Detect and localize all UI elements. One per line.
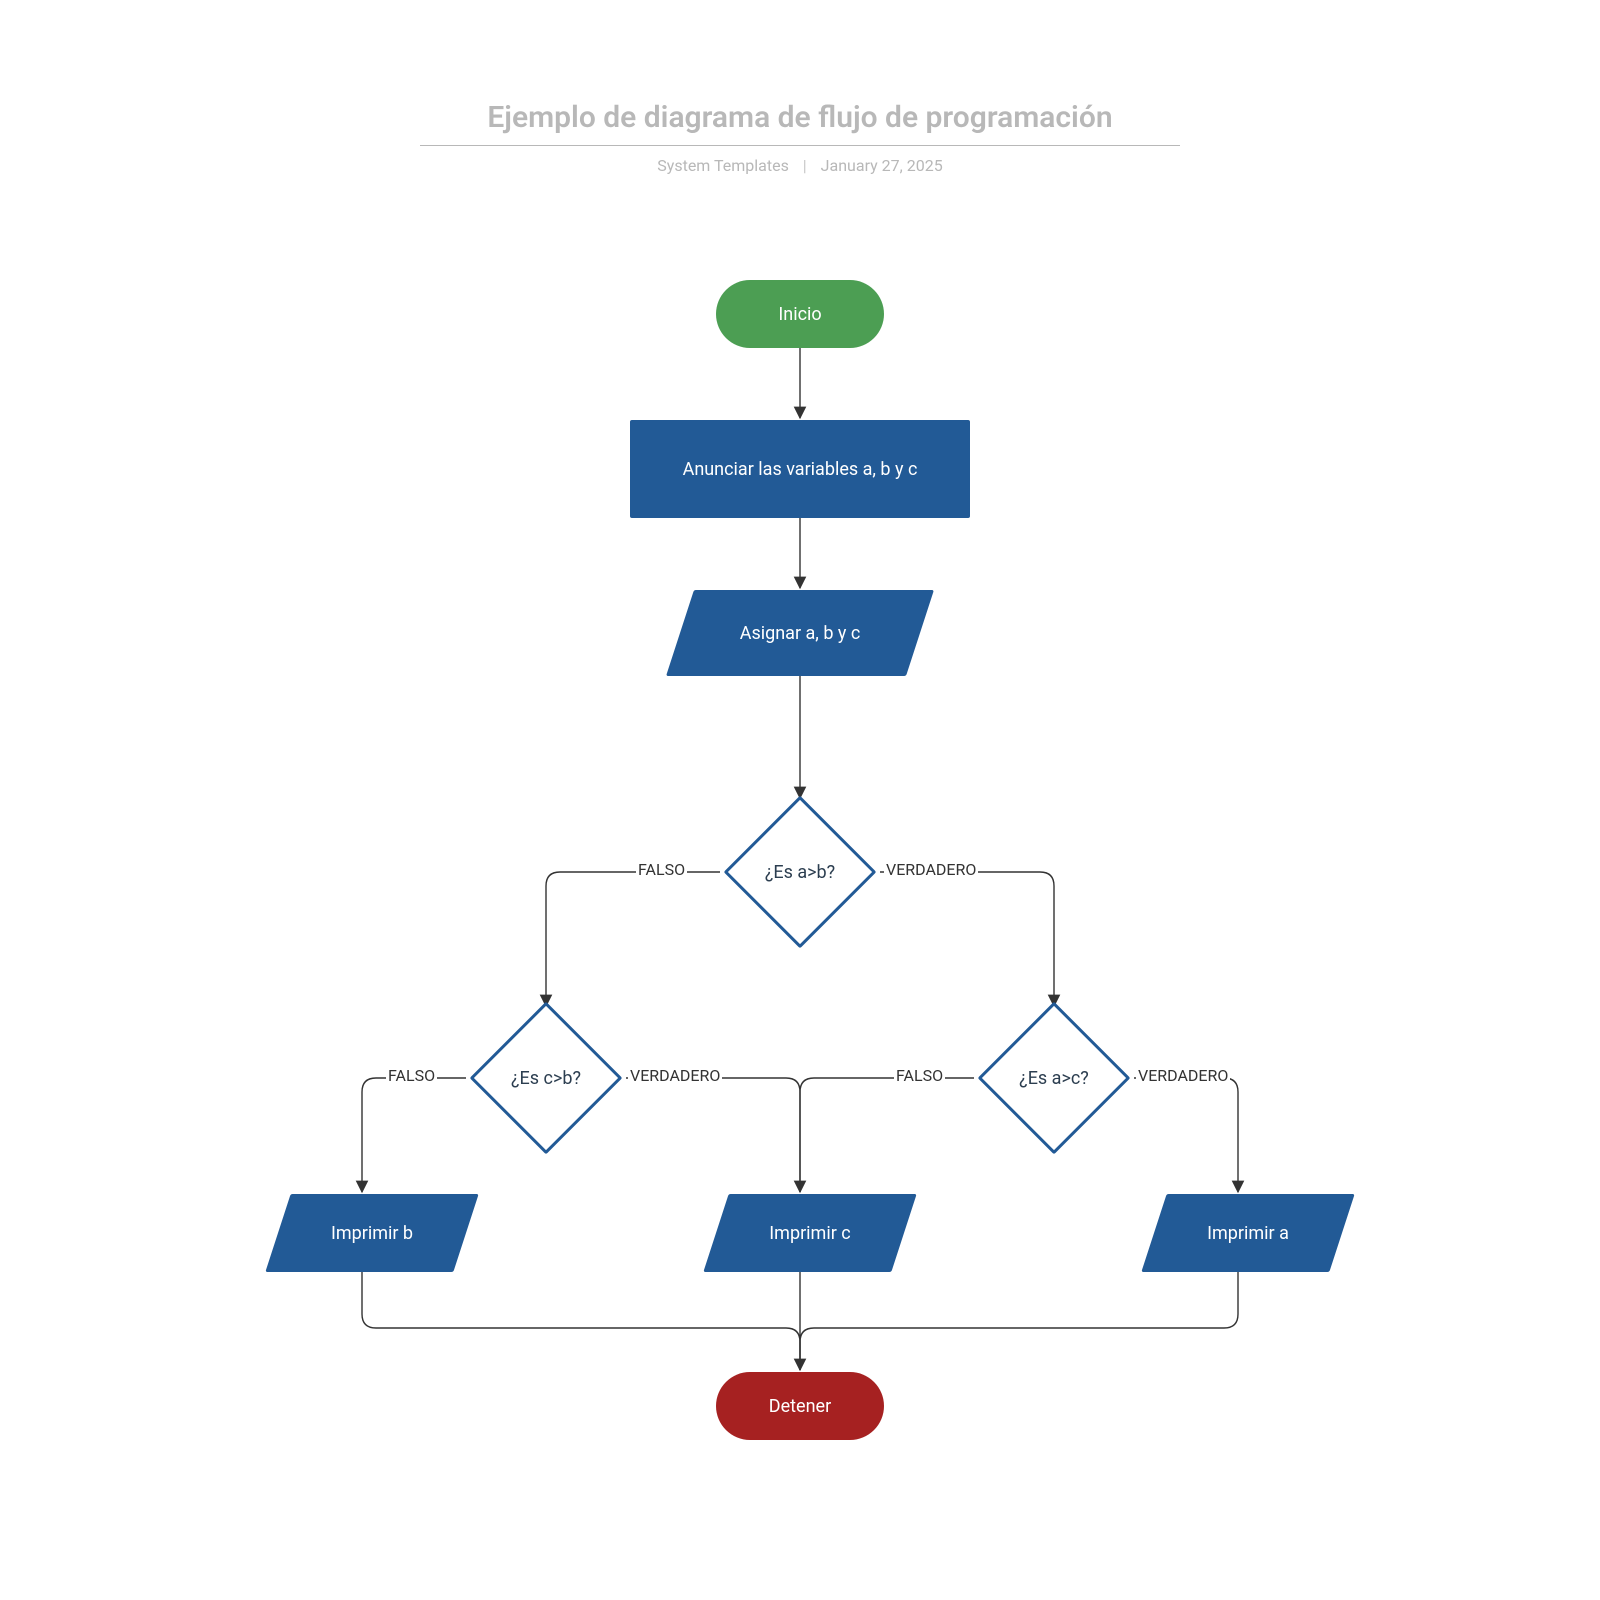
node-decision-cb-label: ¿Es c>b?	[492, 1024, 600, 1132]
edge-label-ab-false: FALSO	[636, 860, 687, 879]
node-print-a: Imprimir a	[1154, 1194, 1342, 1272]
edge-label-ac-true: VERDADERO	[1136, 1066, 1230, 1085]
node-assign: Asignar a, b y c	[680, 590, 920, 676]
node-print-c: Imprimir c	[716, 1194, 904, 1272]
node-start: Inicio	[716, 280, 884, 348]
edge-label-ab-true: VERDADERO	[884, 860, 978, 879]
edge-label-cb-true: VERDADERO	[628, 1066, 722, 1085]
node-decision-ac-label: ¿Es a>c?	[1000, 1024, 1108, 1132]
node-declare: Anunciar las variables a, b y c	[630, 420, 970, 518]
node-print-a-label: Imprimir a	[1154, 1194, 1342, 1272]
node-stop: Detener	[716, 1372, 884, 1440]
node-print-b: Imprimir b	[278, 1194, 466, 1272]
node-decision-ab-label: ¿Es a>b?	[746, 818, 854, 926]
edge-label-ac-false: FALSO	[894, 1066, 945, 1085]
node-start-label: Inicio	[778, 304, 821, 325]
edge-label-cb-false: FALSO	[386, 1066, 437, 1085]
node-print-c-label: Imprimir c	[716, 1194, 904, 1272]
node-decision-ab: ¿Es a>b?	[746, 818, 854, 926]
node-decision-ac: ¿Es a>c?	[1000, 1024, 1108, 1132]
flowchart-canvas: Inicio Anunciar las variables a, b y c A…	[0, 0, 1600, 1600]
node-assign-label: Asignar a, b y c	[680, 590, 920, 676]
node-stop-label: Detener	[769, 1396, 831, 1417]
node-declare-label: Anunciar las variables a, b y c	[683, 459, 918, 480]
node-decision-cb: ¿Es c>b?	[492, 1024, 600, 1132]
node-print-b-label: Imprimir b	[278, 1194, 466, 1272]
